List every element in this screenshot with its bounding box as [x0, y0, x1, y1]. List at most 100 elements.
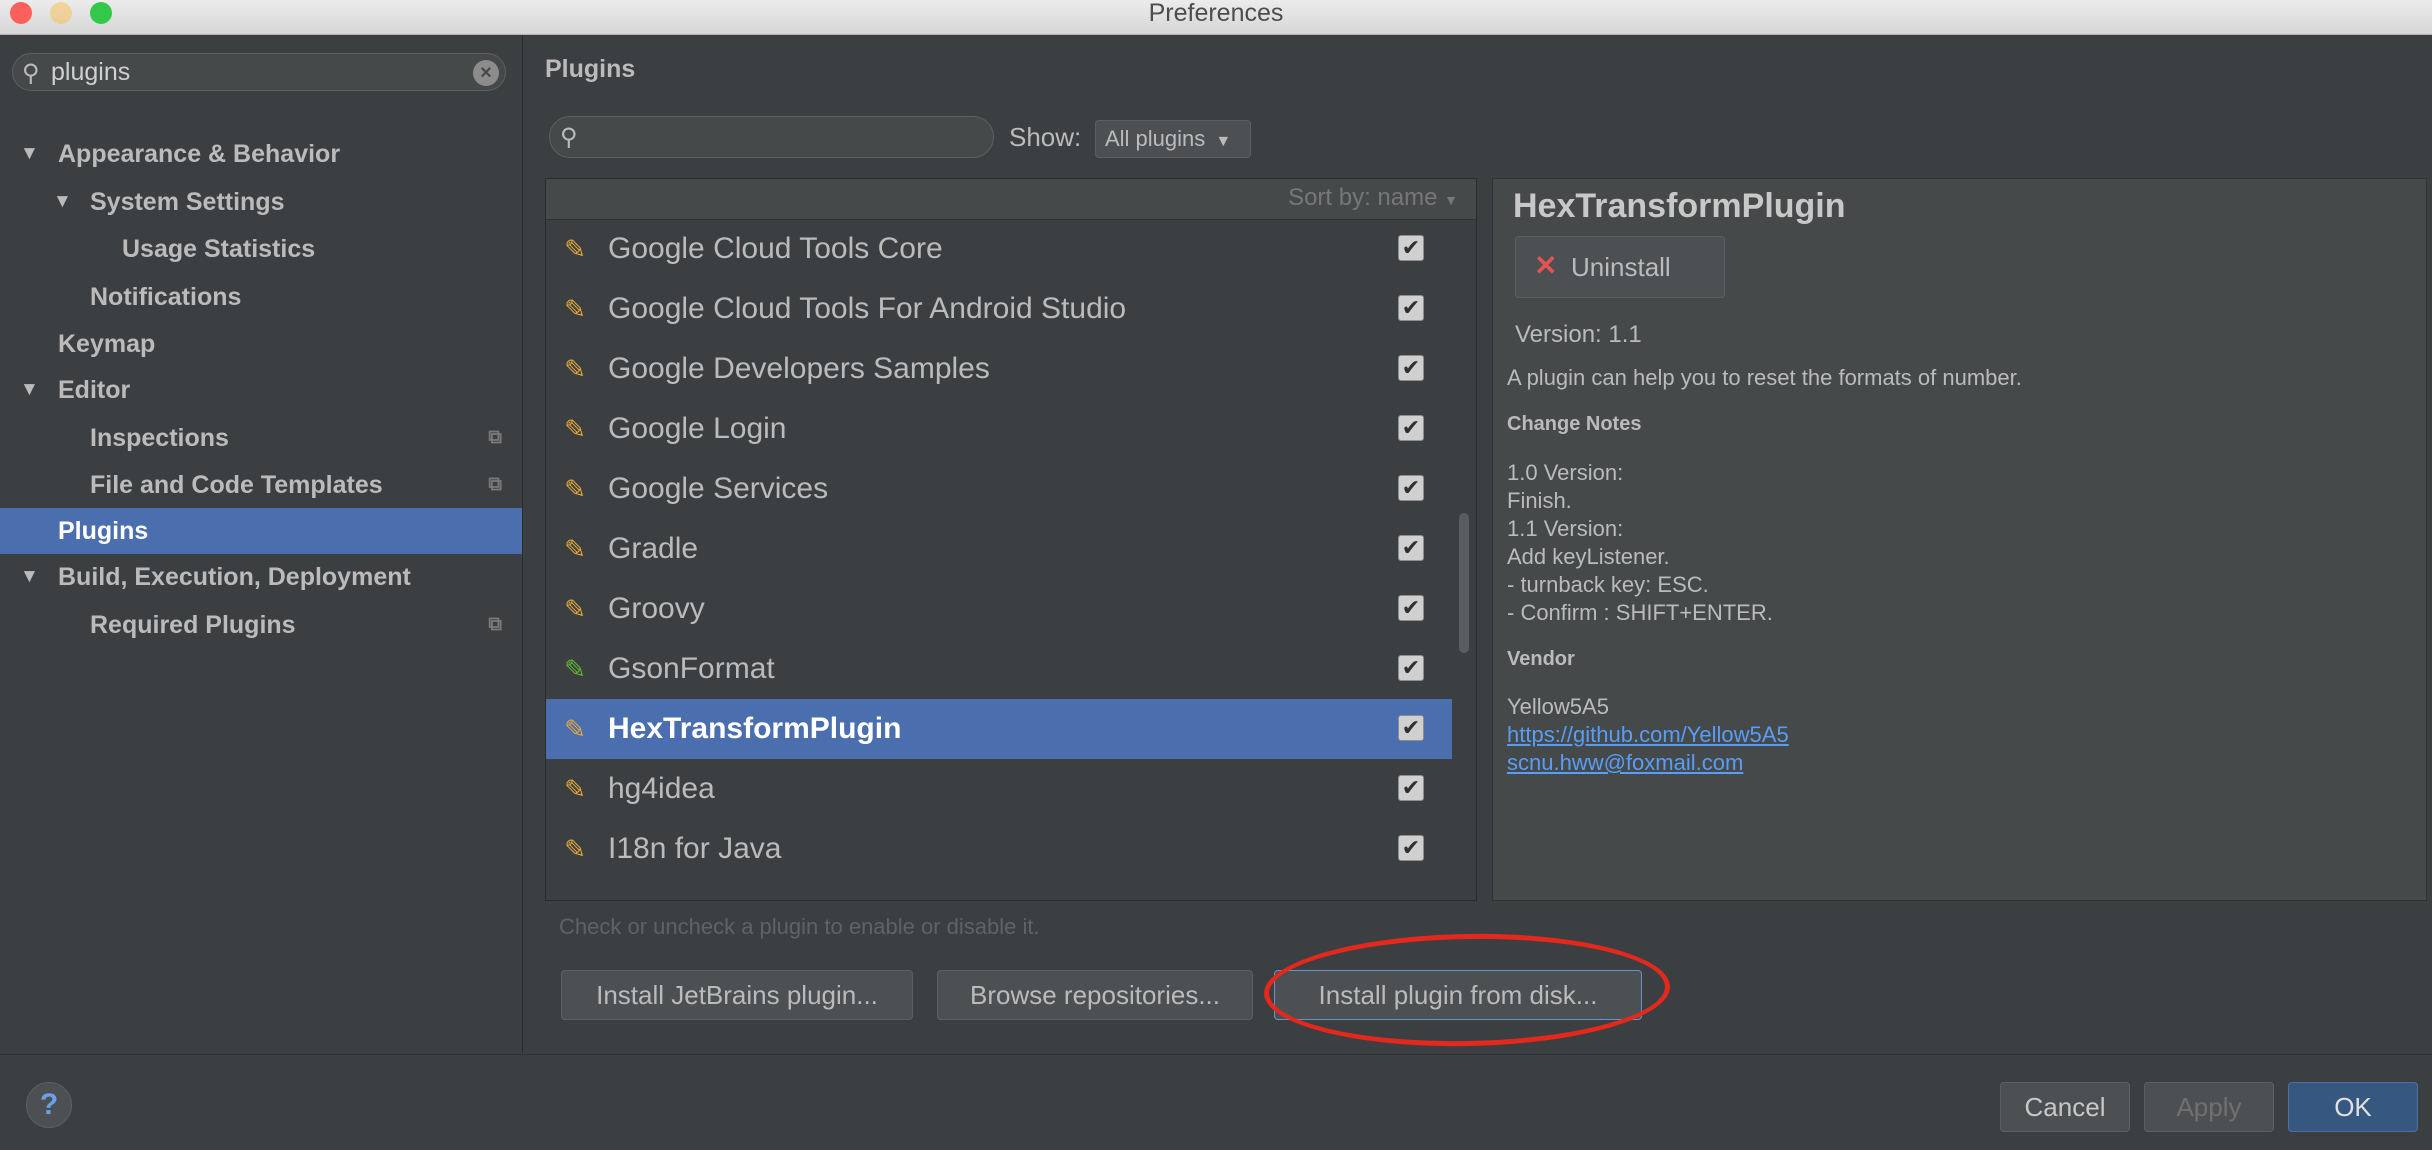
tree-item-label: System Settings: [90, 188, 285, 216]
plugin-icon: ✎: [564, 534, 586, 564]
plugin-row-hextransformplugin[interactable]: ✎ HexTransformPlugin ✔: [546, 699, 1452, 759]
change-note-line: 1.0 Version:: [1507, 460, 1624, 485]
cancel-button[interactable]: Cancel: [2000, 1082, 2130, 1132]
plugin-row-google-cloud-tools-core[interactable]: ✎ Google Cloud Tools Core ✔: [546, 219, 1452, 279]
change-note-line: Finish.: [1507, 488, 1572, 513]
ok-button[interactable]: OK: [2288, 1082, 2418, 1132]
plugin-name: Google Cloud Tools Core: [608, 232, 943, 265]
tree-item-file-code-templates[interactable]: File and Code Templates ⧉: [0, 462, 522, 508]
tree-item-label: Notifications: [90, 283, 242, 311]
plugin-name: I18n for Java: [608, 832, 782, 865]
plugin-name: GsonFormat: [608, 652, 775, 685]
apply-button[interactable]: Apply: [2144, 1082, 2274, 1132]
plugin-row-groovy[interactable]: ✎ Groovy ✔: [546, 579, 1452, 639]
expand-arrow-icon[interactable]: ▼: [20, 367, 39, 413]
show-filter-dropdown[interactable]: All plugins ▼: [1095, 120, 1251, 158]
plugin-enabled-checkbox[interactable]: ✔: [1398, 355, 1424, 381]
browse-repositories-button[interactable]: Browse repositories...: [937, 970, 1253, 1020]
plugin-enabled-checkbox[interactable]: ✔: [1398, 715, 1424, 741]
change-note-line: Add keyListener.: [1507, 544, 1670, 569]
dropdown-arrow-icon: ▼: [1444, 192, 1458, 208]
plugin-row-google-services[interactable]: ✎ Google Services ✔: [546, 459, 1452, 519]
help-button[interactable]: ?: [26, 1082, 72, 1128]
plugin-name: hg4idea: [608, 772, 715, 805]
tree-item-label: Plugins: [58, 517, 149, 545]
tree-item-label: Build, Execution, Deployment: [58, 563, 411, 591]
plugin-list-hint: Check or uncheck a plugin to enable or d…: [559, 914, 1040, 939]
plugin-enabled-checkbox[interactable]: ✔: [1398, 535, 1424, 561]
tree-item-keymap[interactable]: Keymap: [0, 321, 522, 367]
plugin-name: Google Developers Samples: [608, 352, 990, 385]
tree-item-label: File and Code Templates: [90, 471, 383, 499]
tree-item-required-plugins[interactable]: Required Plugins ⧉: [0, 602, 522, 648]
uninstall-button[interactable]: ✕ Uninstall: [1515, 236, 1725, 298]
tree-item-label: Inspections: [90, 424, 229, 452]
tree-item-build-execution-deployment[interactable]: ▼ Build, Execution, Deployment: [0, 554, 522, 600]
tree-item-editor[interactable]: ▼ Editor: [0, 367, 522, 413]
tree-item-label: Appearance & Behavior: [58, 140, 341, 168]
plugin-icon: ✎: [564, 354, 586, 384]
expand-arrow-icon[interactable]: ▼: [20, 131, 39, 177]
plugin-row-i18n-for-java[interactable]: ✎ I18n for Java ✔: [546, 819, 1452, 879]
tree-item-system-settings[interactable]: ▼ System Settings: [0, 179, 522, 225]
show-label: Show:: [1009, 122, 1082, 152]
vendor-email-link[interactable]: scnu.hww@foxmail.com: [1507, 750, 1743, 775]
plugin-name: Google Cloud Tools For Android Studio: [608, 292, 1127, 325]
change-note-line: - Confirm : SHIFT+ENTER.: [1507, 600, 1773, 625]
plugin-enabled-checkbox[interactable]: ✔: [1398, 235, 1424, 261]
settings-sidebar: ⚲ plugins × ▼ Appearance & Behavior ▼ Sy…: [0, 35, 523, 1053]
change-note-line: 1.1 Version:: [1507, 516, 1624, 541]
plugin-icon: ✎: [564, 654, 586, 684]
settings-search-input[interactable]: plugins: [51, 58, 130, 87]
uninstall-label: Uninstall: [1571, 252, 1671, 282]
tree-item-inspections[interactable]: Inspections ⧉: [0, 415, 522, 461]
tree-item-label: Editor: [58, 376, 131, 404]
plugin-name: Groovy: [608, 592, 705, 625]
plugin-icon: ✎: [564, 234, 586, 264]
plugin-enabled-checkbox[interactable]: ✔: [1398, 775, 1424, 801]
plugin-row-gsonformat[interactable]: ✎ GsonFormat ✔: [546, 639, 1452, 699]
plugin-detail-title: HexTransformPlugin: [1513, 187, 1846, 225]
expand-arrow-icon[interactable]: ▼: [20, 554, 39, 600]
title-bar: Preferences: [0, 0, 2432, 35]
plugin-name: Gradle: [608, 532, 699, 565]
vendor-url-link[interactable]: https://github.com/Yellow5A5: [1507, 722, 1789, 747]
clear-search-icon[interactable]: ×: [473, 60, 499, 86]
tree-item-appearance-behavior[interactable]: ▼ Appearance & Behavior: [0, 131, 522, 177]
plugin-search-field[interactable]: ⚲: [549, 116, 994, 158]
plugin-row-google-developers-samples[interactable]: ✎ Google Developers Samples ✔: [546, 339, 1452, 399]
plugin-icon: ✎: [564, 414, 586, 444]
plugin-row-gradle[interactable]: ✎ Gradle ✔: [546, 519, 1452, 579]
plugin-enabled-checkbox[interactable]: ✔: [1398, 295, 1424, 321]
tree-item-notifications[interactable]: Notifications: [0, 274, 522, 320]
search-icon: ⚲: [22, 60, 40, 87]
plugin-enabled-checkbox[interactable]: ✔: [1398, 655, 1424, 681]
plugin-row-google-login[interactable]: ✎ Google Login ✔: [546, 399, 1452, 459]
tree-item-usage-statistics[interactable]: Usage Statistics: [0, 226, 522, 272]
plugin-row-hg4idea[interactable]: ✎ hg4idea ✔: [546, 759, 1452, 819]
search-icon: ⚲: [560, 124, 578, 151]
plugin-description: A plugin can help you to reset the forma…: [1507, 365, 2022, 390]
vendor-heading: Vendor: [1507, 648, 1575, 670]
dropdown-arrow-icon: ▼: [1215, 133, 1232, 150]
install-jetbrains-plugin-button[interactable]: Install JetBrains plugin...: [561, 970, 913, 1020]
project-copy-icon: ⧉: [488, 474, 502, 495]
change-note-line: - turnback key: ESC.: [1507, 572, 1709, 597]
tree-item-label: Keymap: [58, 330, 156, 358]
plugin-icon: ✎: [564, 294, 586, 324]
plugin-enabled-checkbox[interactable]: ✔: [1398, 835, 1424, 861]
tree-item-plugins[interactable]: Plugins: [0, 508, 522, 554]
plugin-enabled-checkbox[interactable]: ✔: [1398, 595, 1424, 621]
settings-search-field[interactable]: ⚲ plugins ×: [12, 53, 506, 91]
plugin-enabled-checkbox[interactable]: ✔: [1398, 475, 1424, 501]
plugin-icon: ✎: [564, 594, 586, 624]
plugin-enabled-checkbox[interactable]: ✔: [1398, 415, 1424, 441]
plugin-list-scrollbar[interactable]: [1459, 513, 1469, 653]
tree-item-label: Required Plugins: [90, 611, 296, 639]
expand-arrow-icon[interactable]: ▼: [53, 179, 72, 225]
plugin-name: HexTransformPlugin: [608, 712, 902, 745]
sort-by-dropdown[interactable]: Sort by: name ▼: [1288, 184, 1458, 212]
plugin-row-google-cloud-tools-android[interactable]: ✎ Google Cloud Tools For Android Studio …: [546, 279, 1452, 339]
plugin-list[interactable]: Sort by: name ▼ ✎ Google Cloud Tools Cor…: [545, 178, 1477, 901]
tree-item-label: Usage Statistics: [122, 235, 316, 263]
